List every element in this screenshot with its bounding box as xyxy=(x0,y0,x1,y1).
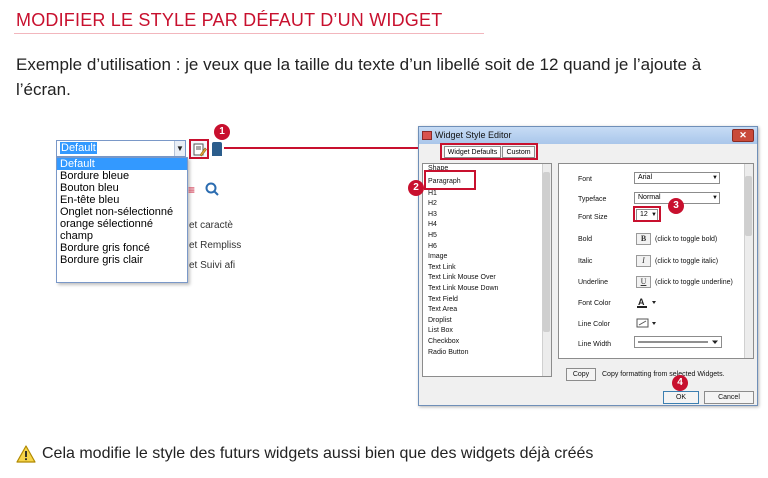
line-color-picker[interactable] xyxy=(636,317,660,330)
list-item[interactable]: Radio Button xyxy=(423,348,551,359)
underline-toggle[interactable]: U xyxy=(636,276,651,288)
list-item[interactable]: Text Link xyxy=(423,263,551,274)
dropdown-option[interactable]: Bordure gris foncé xyxy=(57,242,187,254)
list-item[interactable]: Text Field xyxy=(423,295,551,306)
font-label: Font xyxy=(578,176,593,183)
dropdown-option[interactable]: Bordure bleue xyxy=(57,170,187,182)
list-item[interactable]: H4 xyxy=(423,220,551,231)
bold-toggle[interactable]: B xyxy=(636,233,651,245)
chevron-down-icon: ▼ xyxy=(712,175,718,181)
line-color-label: Line Color xyxy=(578,321,610,328)
page-title: MODIFIER LE STYLE PAR DÉFAUT D’UN WIDGET xyxy=(16,10,443,30)
paragraph-highlight xyxy=(424,170,476,190)
list-item[interactable]: Text Link Mouse Over xyxy=(423,273,551,284)
close-icon[interactable]: ✕ xyxy=(732,129,754,142)
ok-button[interactable]: OK xyxy=(663,391,699,404)
list-item[interactable]: H2 xyxy=(423,199,551,210)
list-item[interactable]: Text Link Mouse Down xyxy=(423,284,551,295)
dropdown-option[interactable]: Bouton bleu xyxy=(57,182,187,194)
svg-text:A: A xyxy=(638,297,645,307)
underline-hint: (click to toggle underline) xyxy=(655,279,733,286)
badge-1: 1 xyxy=(214,124,230,140)
list-item[interactable]: List Box xyxy=(423,326,551,337)
background-text: et Rempliss xyxy=(189,240,242,251)
dialog-titlebar: Widget Style Editor ✕ xyxy=(419,127,757,144)
dropdown-option[interactable]: orange sélectionné xyxy=(57,218,187,230)
dialog-title: Widget Style Editor xyxy=(435,130,512,140)
list-item[interactable]: Text Area xyxy=(423,305,551,316)
intro-text: Exemple d’utilisation : je veux que la t… xyxy=(16,55,702,99)
badge-2: 2 xyxy=(408,180,424,196)
chevron-down-icon[interactable]: ▼ xyxy=(174,141,185,156)
style-combo[interactable]: Default xyxy=(56,140,186,157)
edit-style-icon xyxy=(193,143,207,157)
title-underline xyxy=(14,33,484,34)
badge-4: 4 xyxy=(672,375,688,391)
chevron-down-icon: ▼ xyxy=(712,195,718,201)
background-text: et Suivi afi xyxy=(189,260,236,271)
bucket-icon[interactable] xyxy=(212,142,222,156)
style-dropdown[interactable]: Default Bordure bleue Bouton bleu En-têt… xyxy=(56,157,188,283)
svg-text:≡: ≡ xyxy=(188,183,195,197)
list-item[interactable]: Checkbox xyxy=(423,337,551,348)
tabs-highlight xyxy=(440,143,538,160)
italic-toggle[interactable]: I xyxy=(636,255,651,267)
props-scroll-thumb[interactable] xyxy=(745,176,752,236)
font-color-picker[interactable]: A xyxy=(636,296,660,309)
dialog-app-icon xyxy=(422,131,432,140)
font-size-label: Font Size xyxy=(578,214,608,221)
warning-text: Cela modifie le style des futurs widgets… xyxy=(42,445,594,462)
dropdown-option[interactable]: En-tête bleu xyxy=(57,194,187,206)
list-item[interactable]: H5 xyxy=(423,231,551,242)
warning-icon xyxy=(16,445,36,463)
font-size-highlight xyxy=(633,206,661,222)
font-select[interactable]: Arial xyxy=(634,172,720,184)
background-text: et caractè xyxy=(189,220,233,231)
copy-hint: Copy formatting from selected Widgets. xyxy=(602,371,725,378)
underline-label: Underline xyxy=(578,279,608,286)
bold-hint: (click to toggle bold) xyxy=(655,236,718,243)
typeface-label: Typeface xyxy=(578,196,607,203)
list-scroll-thumb[interactable] xyxy=(543,172,550,332)
line-width-select[interactable] xyxy=(634,336,722,348)
bold-label: Bold xyxy=(578,236,593,243)
widget-list[interactable]: Shape Paragraph H1 H2 H3 H4 H5 H6 Image … xyxy=(422,163,552,377)
list-item[interactable]: Image xyxy=(423,252,551,263)
connector-arrow-line xyxy=(224,147,432,149)
list-item[interactable]: H6 xyxy=(423,242,551,253)
dropdown-option[interactable]: Default xyxy=(57,158,187,170)
list-item[interactable]: Droplist xyxy=(423,316,551,327)
line-width-label: Line Width xyxy=(578,341,612,348)
dropdown-option[interactable]: Onglet non-sélectionné xyxy=(57,206,187,218)
list-item[interactable]: H1 xyxy=(423,189,551,200)
style-combo-value: Default xyxy=(60,142,97,154)
italic-label: Italic xyxy=(578,258,593,265)
list-item[interactable]: H3 xyxy=(423,210,551,221)
toolbar-icons: ≡ xyxy=(188,182,219,197)
dropdown-option[interactable]: Bordure gris clair xyxy=(57,254,187,266)
font-color-label: Font Color xyxy=(578,300,611,307)
italic-hint: (click to toggle italic) xyxy=(655,258,719,265)
dropdown-option[interactable]: champ xyxy=(57,230,187,242)
cancel-button[interactable]: Cancel xyxy=(704,391,754,404)
copy-button[interactable]: Copy xyxy=(566,368,596,381)
style-editor-button[interactable] xyxy=(189,139,209,159)
badge-3: 3 xyxy=(668,198,684,214)
